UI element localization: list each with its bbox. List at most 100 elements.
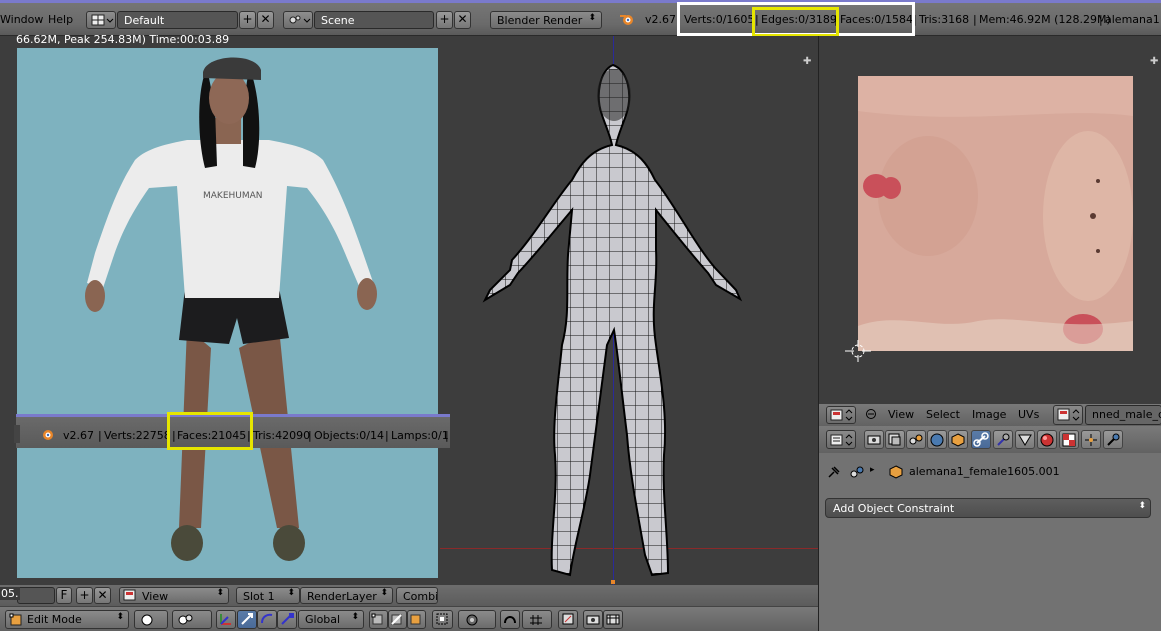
proportional-editing-select[interactable] [458, 610, 496, 629]
layout-name: Default [124, 14, 165, 27]
snap-target-icon[interactable] [558, 610, 578, 629]
data-tab-icon[interactable] [1015, 430, 1035, 449]
separator: | [385, 429, 389, 442]
render-layer-label: RenderLayer [307, 590, 377, 603]
screen-layout-icon[interactable] [86, 11, 116, 29]
object-tab-icon[interactable] [948, 430, 968, 449]
pivot-icon [177, 613, 197, 627]
scale-manipulator-icon[interactable] [277, 610, 297, 629]
image-name-field[interactable]: nned_male_di [1085, 405, 1161, 425]
opengl-render-icon[interactable] [583, 610, 603, 629]
opengl-animation-icon[interactable] [603, 610, 623, 629]
updown-icon: ⬍ [116, 612, 124, 622]
rendered-character: MAKEHUMAN [85, 57, 377, 561]
image-editor-icon [830, 409, 854, 422]
wireframe-mesh[interactable] [440, 55, 818, 590]
properties-header [818, 426, 1161, 453]
updown-icon: ⬍ [351, 612, 359, 622]
image-menu[interactable]: Image [972, 408, 1006, 421]
image-browse-select[interactable] [1053, 405, 1083, 425]
add-constraint-label: Add Object Constraint [833, 502, 955, 515]
properties-editor-icon [830, 433, 854, 447]
render-info-verts: Verts:22758 [104, 429, 171, 442]
render-layer-select[interactable]: RenderLayer ⬍ [300, 587, 393, 604]
modifiers-tab-icon[interactable] [993, 430, 1013, 449]
new-image-button[interactable]: + [76, 587, 93, 604]
window-menu[interactable]: Window [0, 13, 43, 26]
transform-orientation-select[interactable]: Global ⬍ [298, 610, 364, 629]
solid-shading-icon [140, 613, 154, 627]
header-accent-line [0, 0, 1161, 3]
blender-logo-icon [38, 426, 56, 442]
viewport-shading-select[interactable] [134, 610, 168, 629]
fake-user-label: F [60, 588, 68, 602]
collapse-menus-icon[interactable] [865, 408, 877, 420]
render-pass-label: Combir [403, 590, 438, 603]
2d-cursor-icon[interactable] [845, 340, 873, 362]
manipulator-toggle-icon[interactable] [216, 610, 236, 629]
scene-tab-icon[interactable] [906, 430, 926, 449]
help-menu[interactable]: Help [48, 13, 73, 26]
rotate-manipulator-icon[interactable] [257, 610, 277, 629]
render-tab-icon[interactable] [864, 430, 884, 449]
limit-selection-icon[interactable] [432, 610, 453, 629]
editor-type-select[interactable] [826, 406, 856, 424]
updown-icon: ⬍ [380, 588, 388, 598]
scene-field[interactable]: Scene [314, 11, 434, 29]
mode-select[interactable]: Edit Mode ⬍ [5, 610, 129, 629]
world-tab-icon[interactable] [927, 430, 947, 449]
texture-tab-icon[interactable] [1059, 430, 1079, 449]
snap-toggle-icon[interactable] [500, 610, 520, 629]
chevron-right-icon: ▸ [870, 465, 875, 475]
orientation-label: Global [305, 613, 341, 626]
frame-label: 05. [0, 587, 20, 600]
editor-type-select[interactable] [826, 430, 856, 449]
mesh-object-icon [888, 464, 904, 480]
view-menu-button[interactable]: View ⬍ [119, 587, 229, 604]
physics-tab-icon[interactable] [1103, 430, 1123, 449]
info-header: Window Help Default + ✕ Scene + ✕ Blende… [0, 0, 1161, 36]
object-name: alemana1_female1605.001 [909, 465, 1060, 478]
remove-layout-button[interactable]: ✕ [257, 11, 274, 29]
pin-icon[interactable] [826, 464, 842, 480]
select-menu[interactable]: Select [926, 408, 960, 421]
slot-select[interactable]: Slot 1 ⬍ [236, 587, 300, 604]
edge-select-icon[interactable] [388, 610, 407, 629]
face-select-icon[interactable] [407, 610, 426, 629]
add-layout-button[interactable]: + [239, 11, 256, 29]
stat-separator: | [973, 13, 977, 26]
scene-icon[interactable] [283, 11, 313, 29]
add-scene-button[interactable]: + [436, 11, 453, 29]
fake-user-button[interactable]: F [56, 587, 72, 604]
add-object-constraint-button[interactable]: Add Object Constraint ⬍ [825, 498, 1151, 518]
image-name-field[interactable] [17, 587, 55, 604]
collapse-handle-icon[interactable] [14, 425, 20, 443]
material-tab-icon[interactable] [1037, 430, 1057, 449]
render-engine-label: Blender Render [497, 14, 583, 27]
image-name-label: nned_male_di [1092, 408, 1161, 421]
render-info-lamps: Lamps:0/1 [391, 429, 449, 442]
constraints-tab-icon[interactable] [971, 430, 991, 449]
translate-manipulator-icon[interactable] [237, 610, 257, 629]
pivot-point-select[interactable] [172, 610, 212, 629]
render-layers-tab-icon[interactable] [885, 430, 905, 449]
snap-element-select[interactable] [522, 610, 552, 629]
render-engine-select[interactable]: Blender Render ⬍ [490, 11, 602, 29]
faces-highlight-box [167, 412, 253, 450]
stat-tris: Tris:3168 [919, 13, 970, 26]
image-icon [1057, 408, 1081, 422]
uvs-menu[interactable]: UVs [1018, 408, 1039, 421]
view-menu[interactable]: View [888, 408, 914, 421]
render-pass-select[interactable]: Combir [396, 587, 438, 604]
editor-corner-icon[interactable]: ✚ [1150, 57, 1160, 67]
unlink-image-button[interactable]: ✕ [94, 587, 111, 604]
updown-icon: ⬍ [1138, 501, 1146, 511]
render-info-objects: Objects:0/14 [314, 429, 384, 442]
updown-icon: ⬍ [287, 588, 295, 598]
layout-field[interactable]: Default [117, 11, 238, 29]
remove-scene-button[interactable]: ✕ [454, 11, 471, 29]
particles-tab-icon[interactable] [1081, 430, 1101, 449]
vertex-select-icon[interactable] [369, 610, 388, 629]
stat-version: v2.67 [645, 13, 677, 26]
image-editor-header: View Select Image UVs nned_male_di [818, 404, 1161, 426]
